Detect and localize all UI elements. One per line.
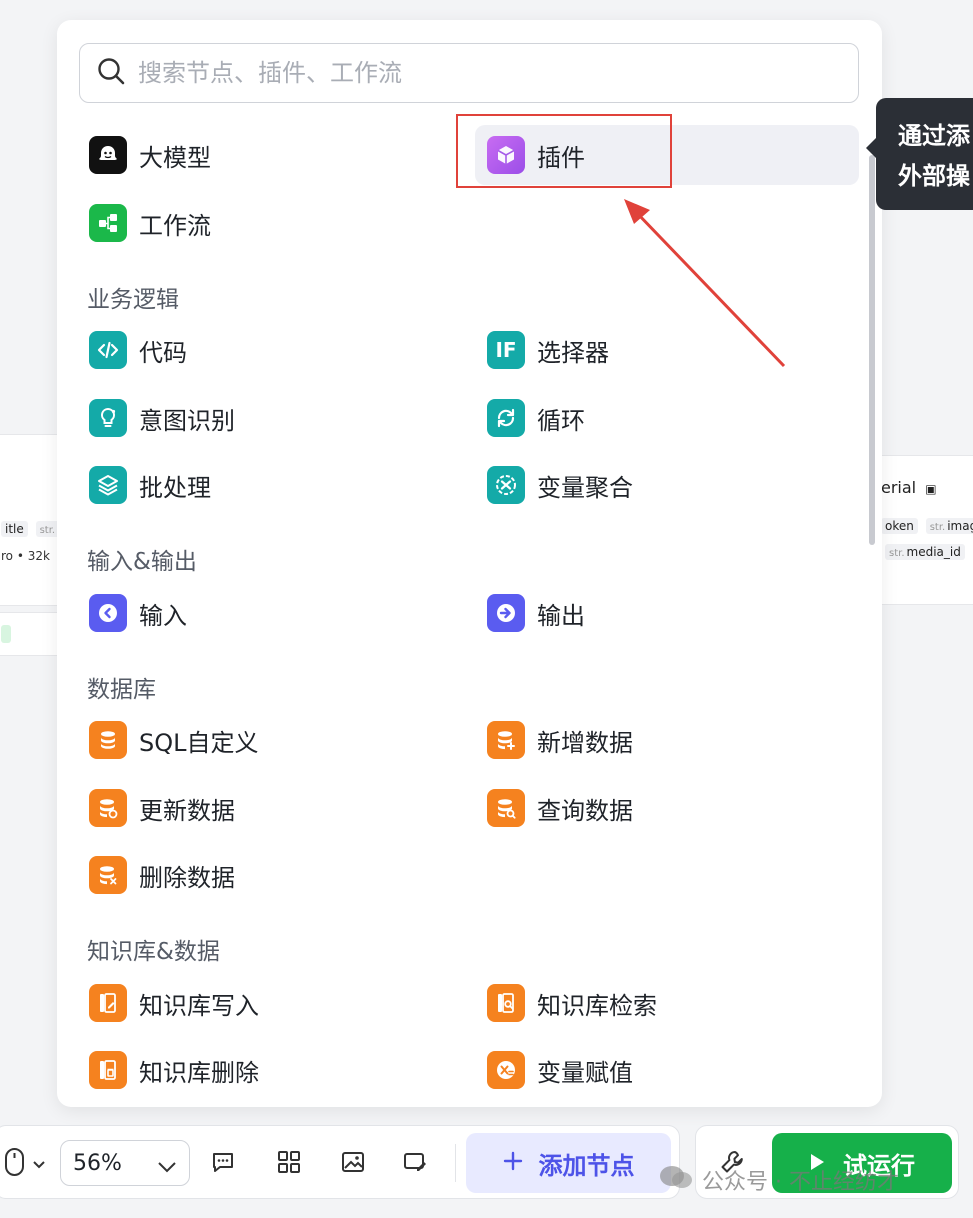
plugin-tooltip: 通过添 外部操 xyxy=(876,98,973,210)
image-icon xyxy=(340,1149,366,1179)
layout-button[interactable] xyxy=(271,1146,307,1182)
comment-icon xyxy=(210,1149,236,1179)
zoom-value: 56% xyxy=(73,1150,122,1176)
plus-icon xyxy=(503,1149,523,1177)
tooltip-line: 通过添 xyxy=(898,122,970,150)
wechat-icon xyxy=(658,1164,694,1196)
grid-icon xyxy=(276,1149,302,1179)
watermark-text: 公众号 · 不止经纺才 xyxy=(702,1170,899,1195)
interaction-mode-button[interactable] xyxy=(1,1148,49,1180)
mouse-icon xyxy=(4,1147,26,1181)
annotation-arrow xyxy=(624,199,786,368)
add-node-button[interactable]: 添加节点 xyxy=(466,1133,671,1193)
toolbar-divider xyxy=(455,1144,456,1182)
edit-frame-icon xyxy=(402,1149,428,1179)
canvas-toolbar: 56% 添加节点 xyxy=(0,1125,680,1199)
add-node-label: 添加节点 xyxy=(538,1151,635,1180)
comment-button[interactable] xyxy=(205,1146,241,1182)
watermark: 公众号 · 不止经纺才 xyxy=(658,1164,899,1196)
tooltip-line: 外部操 xyxy=(898,162,970,190)
minimap-button[interactable] xyxy=(335,1146,371,1182)
comment-edit-button[interactable] xyxy=(397,1146,433,1182)
chevron-down-icon xyxy=(157,1155,177,1180)
chevron-down-icon xyxy=(32,1155,46,1174)
tooltip-pointer xyxy=(866,138,876,158)
zoom-select[interactable]: 56% xyxy=(60,1140,190,1186)
